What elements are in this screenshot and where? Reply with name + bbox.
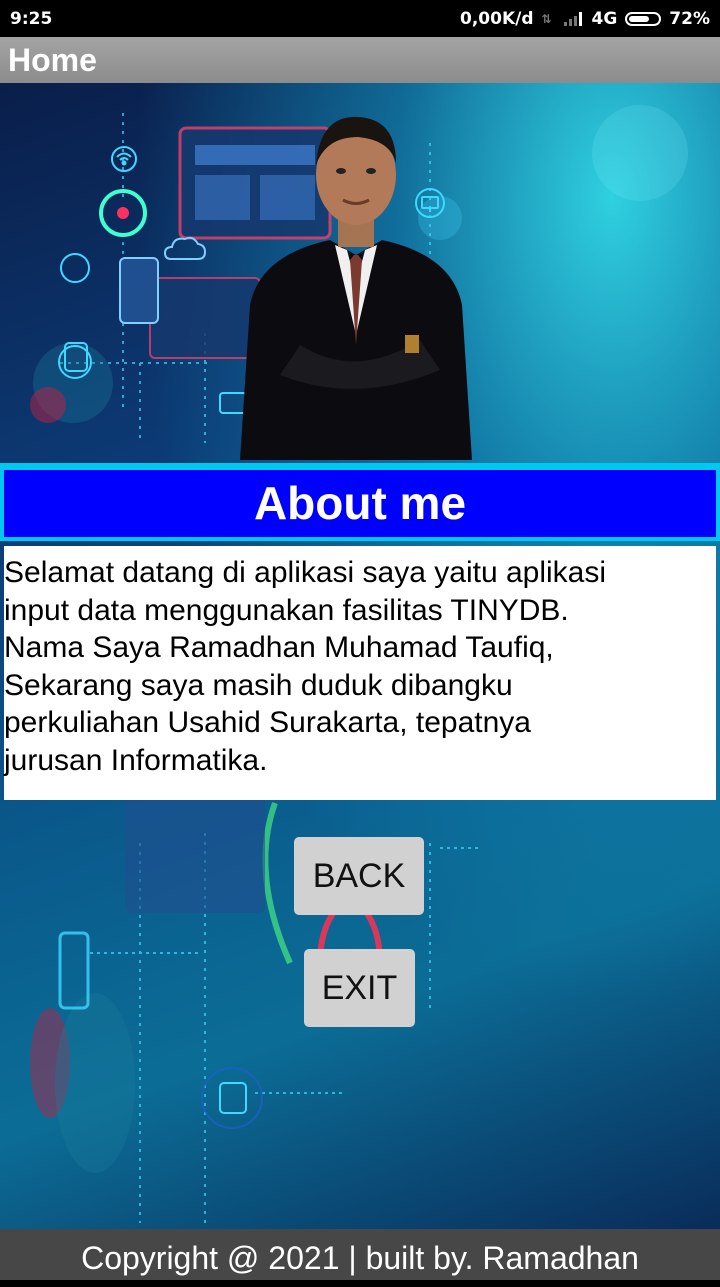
about-text-line: perkuliahan Usahid Surakarta, tepatnya: [4, 706, 531, 739]
about-heading-bar: About me: [4, 470, 716, 537]
status-time: 9:25: [10, 9, 53, 29]
app-bar: Home: [0, 37, 720, 83]
battery-percent: 72%: [669, 9, 710, 29]
about-text-line: Sekarang saya masih duduk dibangku: [4, 668, 513, 702]
status-bar: 9:25 0,00K/d ⇅ 4G 72%: [0, 0, 720, 37]
about-heading: About me: [253, 477, 467, 529]
net-speed: 0,00K/d: [460, 9, 534, 29]
about-text-line: jurusan Informatika.: [4, 743, 268, 777]
profile-photo: [240, 116, 472, 460]
signal-icon: [563, 12, 584, 26]
footer: Copyright @ 2021 | built by. Ramadhan: [0, 1229, 720, 1280]
battery-icon: [625, 12, 662, 26]
back-button[interactable]: BACK: [294, 837, 424, 915]
about-text-line: Selamat datang di aplikasi saya yaitu ap…: [4, 556, 607, 589]
data-transfer-icon: ⇅: [541, 12, 552, 26]
page-title: Home: [8, 42, 97, 78]
exit-button[interactable]: EXIT: [304, 949, 415, 1027]
about-text-line: input data menggunakan fasilitas TINYDB.: [4, 593, 569, 627]
about-text-line: Nama Saya Ramadhan Muhamad Taufiq,: [4, 631, 554, 664]
network-type: 4G: [591, 9, 618, 29]
status-right: 0,00K/d ⇅ 4G 72%: [460, 9, 710, 29]
battery-fill: [629, 16, 650, 22]
cloud-icon: [163, 236, 207, 260]
about-text-box: Selamat datang di aplikasi saya yaitu ap…: [4, 546, 716, 800]
copyright-text: Copyright @ 2021 | built by. Ramadhan: [81, 1240, 639, 1276]
